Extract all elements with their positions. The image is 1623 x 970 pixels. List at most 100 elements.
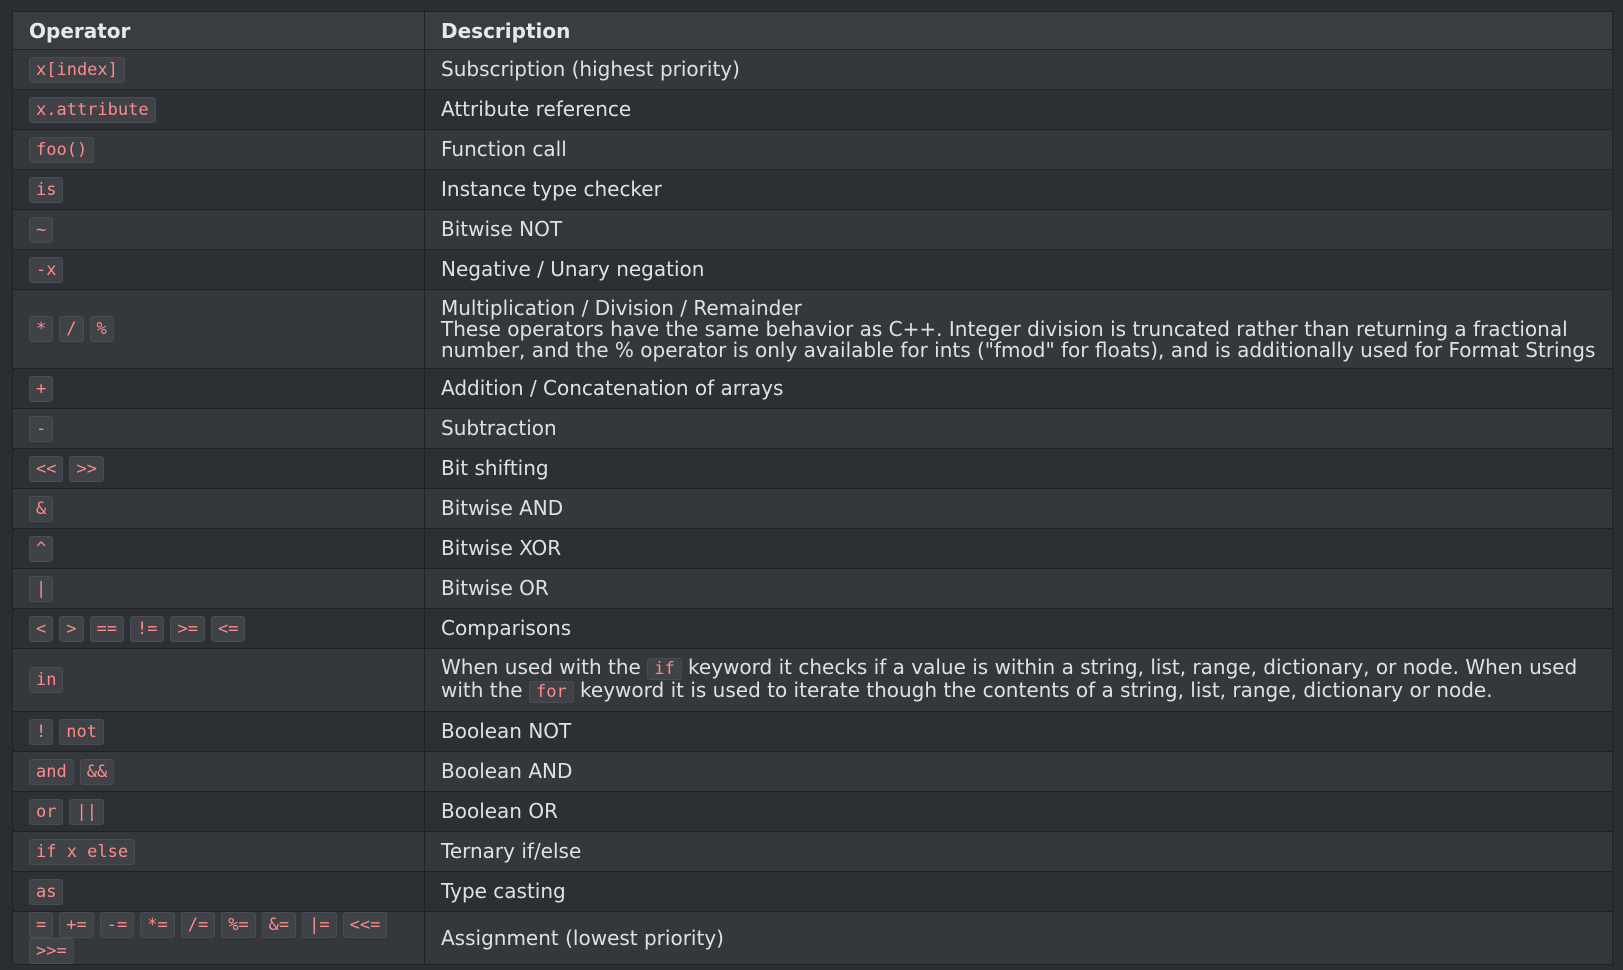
description-text: Addition / Concatenation of arrays (441, 376, 784, 400)
description-text: Bitwise OR (441, 576, 549, 600)
description-text: When used with the (441, 655, 648, 679)
description-text: Instance type checker (441, 177, 662, 201)
table-row: & Bitwise AND (12, 488, 1613, 529)
description-text: Subscription (highest priority) (441, 57, 740, 81)
header-description: Description (424, 11, 1613, 50)
operator-cell: & (12, 488, 425, 529)
description-cell: Negative / Unary negation (424, 249, 1613, 290)
description-cell: Multiplication / Division / Remainder The… (424, 289, 1613, 369)
operator-code: %= (221, 912, 256, 938)
description-cell: Comparisons (424, 608, 1613, 649)
operator-code: is (29, 176, 64, 203)
table-row: + Addition / Concatenation of arrays (12, 368, 1613, 409)
table-row: or || Boolean OR (12, 791, 1613, 832)
operator-cell: << >> (12, 448, 425, 489)
operator-cell: -x (12, 249, 425, 290)
operator-code: == (89, 615, 124, 642)
operator-code: not (59, 718, 104, 745)
description-text: Boolean OR (441, 799, 558, 823)
operator-code: += (59, 912, 94, 938)
operator-code: | (29, 575, 54, 602)
table-row: * /% Multiplication / Division / Remainder… (12, 289, 1613, 369)
operator-code: = (29, 912, 54, 938)
operator-code: && (79, 758, 115, 785)
table-row: is Instance type checker (12, 169, 1613, 210)
inline-keyword-code: for (528, 681, 574, 703)
description-text: Subtraction (441, 416, 557, 440)
description-text: Assignment (lowest priority) (441, 925, 724, 950)
table-row: ! not Boolean NOT (12, 711, 1613, 752)
table-row: if x else Ternary if/else (12, 831, 1613, 872)
operator-code: *= (140, 912, 175, 938)
description-cell: Addition / Concatenation of arrays (424, 368, 1613, 409)
description-cell: Attribute reference (424, 89, 1613, 130)
operator-code: foo() (29, 136, 95, 163)
description-cell: Subscription (highest priority) (424, 49, 1613, 90)
operator-cell: < > == != >= <= (12, 608, 425, 649)
operator-code: * (29, 316, 54, 342)
operator-cell: ^ (12, 528, 425, 569)
operator-code: <<= (342, 912, 388, 938)
description-cell: Bitwise NOT (424, 209, 1613, 250)
operator-code: /= (180, 912, 216, 938)
description-text: Bitwise XOR (441, 536, 562, 560)
description-text: Type casting (441, 879, 566, 903)
operator-cell: if x else (12, 831, 425, 872)
operator-code: <= (210, 615, 246, 642)
operator-cell: x[index] (12, 49, 425, 90)
operators-table-container: Operator Description x[index] Subscriptio… (12, 11, 1613, 965)
operator-code: in (29, 667, 64, 693)
description-cell: Assignment (lowest priority) (424, 911, 1613, 965)
table-row: in When used with the if keyword it check… (12, 648, 1613, 712)
description-cell: Instance type checker (424, 169, 1613, 210)
operator-code: if x else (29, 838, 136, 865)
operator-code: |= (302, 912, 337, 938)
operator-code: -x (29, 256, 64, 283)
operator-cell: or || (12, 791, 425, 832)
operator-cell: | (12, 568, 425, 609)
operator-code: << (29, 455, 64, 482)
operator-code: x[index] (29, 56, 125, 83)
description-cell: When used with the if keyword it checks … (424, 648, 1613, 712)
description-cell: Bitwise XOR (424, 528, 1613, 569)
description-text: Negative / Unary negation (441, 257, 705, 281)
operator-cell: ~ (12, 209, 425, 250)
description-cell: Boolean NOT (424, 711, 1613, 752)
operator-code: >>= (29, 938, 74, 964)
operator-code: ~ (29, 216, 54, 243)
description-text: Boolean AND (441, 759, 573, 783)
operator-code: >> (69, 455, 104, 482)
operator-code: & (29, 495, 54, 522)
operator-cell: + (12, 368, 425, 409)
table-row: - Subtraction (12, 408, 1613, 449)
description-text: Ternary if/else (441, 839, 582, 863)
operator-code: x.attribute (29, 96, 156, 123)
description-cell: Function call (424, 129, 1613, 170)
description-text: Multiplication / Division / Remainder (441, 295, 802, 320)
table-row: = += -= *=/= %= &= |= <<= >>= Assignment (lowest … (12, 911, 1613, 965)
operator-code: - (29, 415, 54, 442)
operator-code: or (29, 798, 64, 825)
description-cell: Bitwise OR (424, 568, 1613, 609)
operator-cell: is (12, 169, 425, 210)
description-text: Comparisons (441, 616, 572, 640)
description-text: keyword it is used to iterate though the… (573, 678, 1493, 702)
operators-table: Operator Description x[index] Subscriptio… (12, 11, 1613, 965)
table-header-row: Operator Description (12, 11, 1613, 50)
operator-code: >= (170, 615, 205, 642)
operator-cell: = += -= *=/= %= &= |= <<= >>= (12, 911, 425, 965)
description-text: Function call (441, 137, 567, 161)
description-text: Bitwise NOT (441, 217, 563, 241)
description-text: Attribute reference (441, 97, 632, 121)
inline-keyword-code: if (647, 658, 682, 680)
operator-code: || (69, 798, 104, 825)
operator-code: and (29, 758, 74, 785)
description-cell: Type casting (424, 871, 1613, 912)
operator-code: -= (99, 912, 135, 938)
description-text: Bitwise AND (441, 496, 564, 520)
operator-code: != (129, 615, 165, 642)
operator-code: as (29, 878, 64, 905)
operator-code: ^ (29, 535, 54, 562)
description-cell: Bit shifting (424, 448, 1613, 489)
description-note: These operators have the same behavior a… (441, 316, 1596, 362)
